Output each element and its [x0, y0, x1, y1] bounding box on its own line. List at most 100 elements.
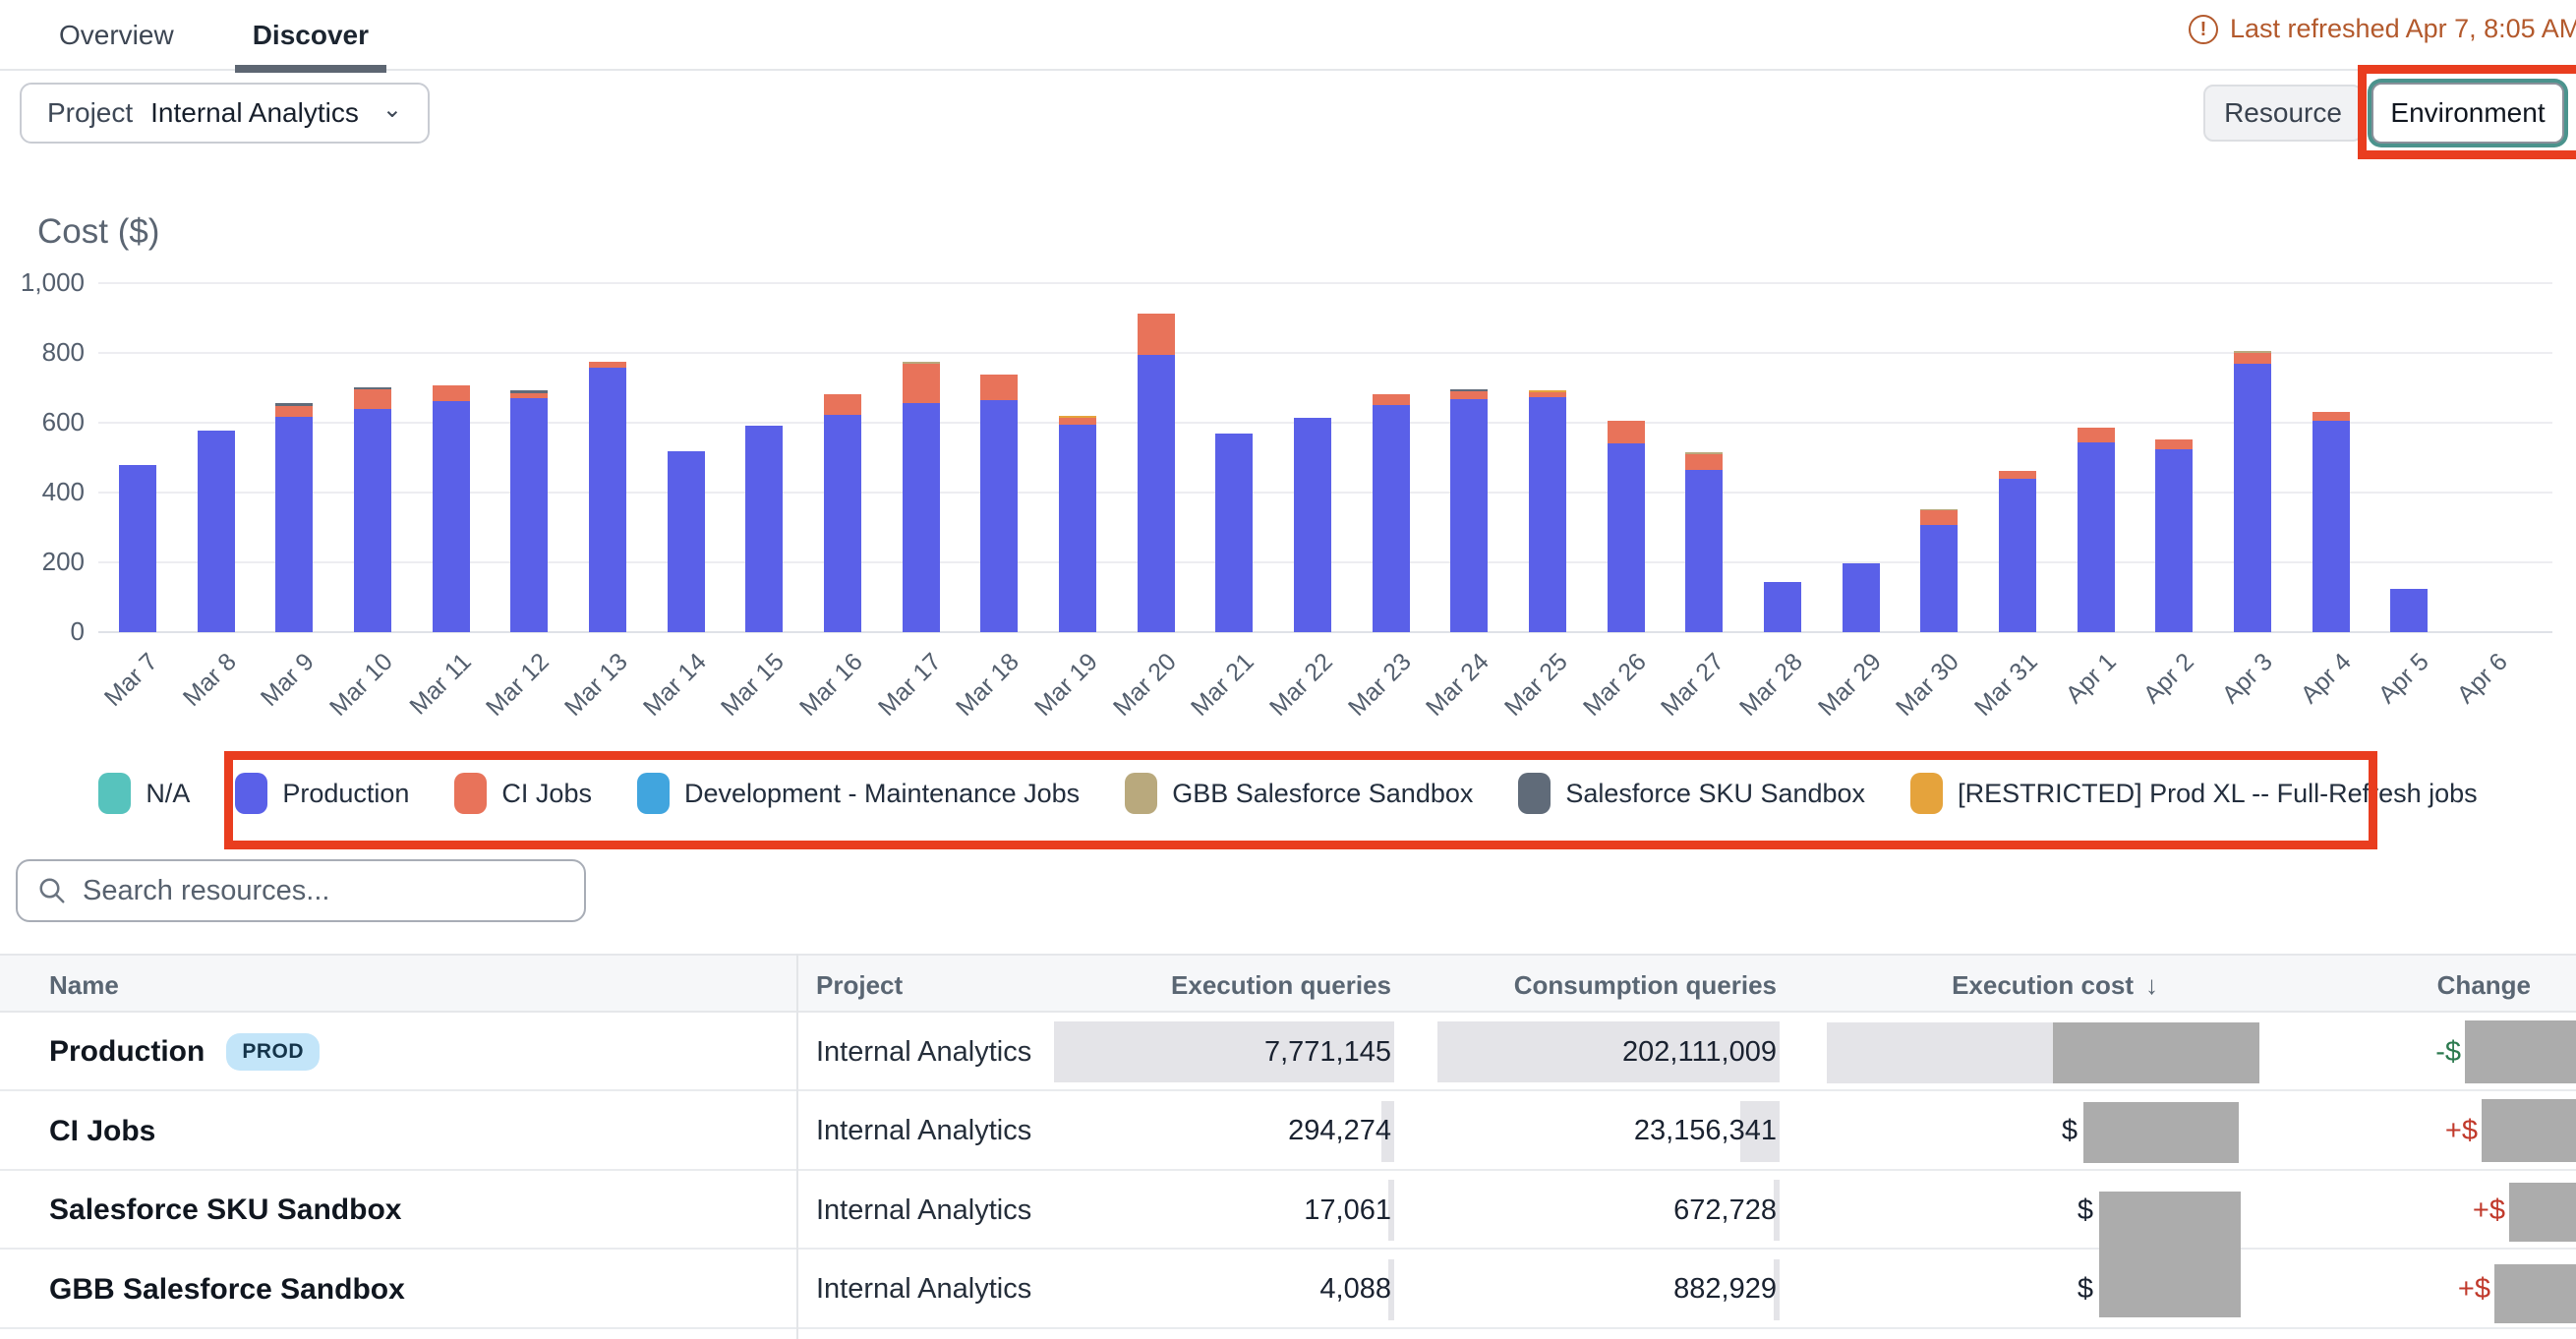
bar-segment: [433, 385, 470, 401]
x-axis-tick-label: Mar 17: [850, 648, 947, 744]
stacked-bar[interactable]: [354, 387, 391, 632]
column-header-project[interactable]: Project: [816, 956, 903, 1015]
bar-segment: [589, 368, 626, 632]
bar-slot: [882, 283, 961, 632]
column-header-consumption-queries[interactable]: Consumption queries: [1403, 956, 1777, 1015]
stacked-bar[interactable]: [1920, 509, 1958, 632]
stacked-bar[interactable]: [824, 394, 861, 632]
legend-item[interactable]: GBB Salesforce Sandbox: [1125, 773, 1473, 814]
chart-legend: N/A Production CI Jobs Development - Mai…: [0, 773, 2576, 814]
x-axis-tick-label: Mar 30: [1869, 648, 1965, 744]
stacked-bar[interactable]: [903, 362, 940, 632]
bar-segment: [433, 401, 470, 632]
stacked-bar[interactable]: [198, 431, 235, 632]
column-header-name[interactable]: Name: [49, 956, 119, 1015]
legend-label: GBB Salesforce Sandbox: [1172, 779, 1473, 809]
legend-item[interactable]: N/A: [98, 773, 190, 814]
stacked-bar[interactable]: [1294, 418, 1331, 632]
bar-segment: [903, 403, 940, 632]
legend-label: [RESTRICTED] Prod XL -- Full-Refresh job…: [1958, 779, 2478, 809]
stacked-bar[interactable]: [745, 426, 783, 632]
stacked-bar[interactable]: [2078, 428, 2115, 632]
column-divider: [796, 954, 798, 1339]
change-prefix: -$: [2435, 1013, 2461, 1091]
change-redaction-block: [2494, 1264, 2576, 1323]
stacked-bar[interactable]: [1608, 421, 1645, 632]
stacked-bar[interactable]: [2313, 412, 2350, 632]
bar-segment: [745, 426, 783, 632]
stacked-bar[interactable]: [2155, 439, 2193, 632]
bar-segment: [2313, 421, 2350, 632]
execution-queries-cell: 17,061: [998, 1171, 1391, 1250]
stacked-bar[interactable]: [1685, 452, 1723, 632]
resource-name: Salesforce SKU Sandbox: [49, 1193, 401, 1227]
column-header-execution-cost[interactable]: Execution cost ↓: [1804, 956, 2158, 1015]
bar-slot: [333, 283, 412, 632]
stacked-bar[interactable]: [1529, 390, 1566, 632]
consumption-queries-cell: 202,111,009: [1364, 1013, 1777, 1091]
stacked-bar[interactable]: [1059, 416, 1096, 632]
stacked-bar[interactable]: [433, 385, 470, 632]
bar-slot: [1195, 283, 1273, 632]
stacked-bar[interactable]: [1999, 471, 2036, 632]
bar-slot: [1822, 283, 1901, 632]
legend-item[interactable]: Production: [235, 773, 409, 814]
stacked-bar[interactable]: [589, 362, 626, 632]
chart-plot-area: [98, 283, 2527, 632]
stacked-bar[interactable]: [1764, 582, 1801, 632]
legend-item[interactable]: CI Jobs: [454, 773, 592, 814]
stacked-bar[interactable]: [510, 390, 548, 632]
legend-swatch: [1125, 773, 1157, 814]
bar-segment: [2390, 589, 2428, 632]
bar-slot: [960, 283, 1038, 632]
cost-dashboard: OverviewDiscover ! Last refreshed Apr 7,…: [0, 0, 2576, 1339]
legend-swatch: [98, 773, 131, 814]
bar-segment: [1059, 425, 1096, 632]
consumption-queries-cell: 882,929: [1364, 1251, 1777, 1329]
x-axis-tick-label: Apr 2: [2104, 648, 2200, 744]
bar-slot: [1431, 283, 1509, 632]
stacked-bar[interactable]: [1138, 314, 1175, 632]
search-icon: [37, 876, 67, 905]
bar-slot: [725, 283, 803, 632]
stacked-bar[interactable]: [119, 465, 156, 632]
bar-segment: [1450, 399, 1488, 632]
stacked-bar[interactable]: [1843, 563, 1880, 632]
search-box: [16, 859, 586, 922]
stacked-bar[interactable]: [1215, 434, 1253, 632]
column-header-execution-queries[interactable]: Execution queries: [1037, 956, 1391, 1015]
legend-item[interactable]: Development - Maintenance Jobs: [637, 773, 1080, 814]
stacked-bar[interactable]: [2234, 351, 2271, 632]
y-axis-tick-label: 0: [0, 616, 85, 647]
stacked-bar[interactable]: [1450, 389, 1488, 632]
bar-segment: [119, 465, 156, 632]
bar-segment: [198, 431, 235, 632]
bar-slot: [98, 283, 177, 632]
x-axis-tick-label: Apr 3: [2182, 648, 2278, 744]
bar-segment: [1450, 391, 1488, 399]
legend-label: Development - Maintenance Jobs: [684, 779, 1080, 809]
stacked-bar[interactable]: [980, 375, 1018, 632]
bar-segment: [980, 400, 1018, 632]
change-redaction-block: [2465, 1020, 2576, 1083]
change-redaction-block: [2509, 1183, 2576, 1242]
stacked-bar[interactable]: [2390, 589, 2428, 632]
execution-cost-prefix: $: [2078, 1171, 2093, 1250]
legend-item[interactable]: [RESTRICTED] Prod XL -- Full-Refresh job…: [1910, 773, 2478, 814]
bar-segment: [824, 415, 861, 632]
execution-queries-cell: 4,088: [998, 1251, 1391, 1329]
bar-segment: [2313, 412, 2350, 421]
stacked-bar[interactable]: [1373, 394, 1410, 632]
bar-segment: [1999, 471, 2036, 478]
column-header-change[interactable]: Change: [2236, 956, 2531, 1015]
legend-label: N/A: [146, 779, 190, 809]
legend-item[interactable]: Salesforce SKU Sandbox: [1518, 773, 1865, 814]
stacked-bar[interactable]: [275, 403, 313, 632]
x-axis-tick-label: Mar 9: [223, 648, 320, 744]
stacked-bar[interactable]: [668, 451, 705, 632]
bar-slot: [2136, 283, 2214, 632]
resource-name-cell: CI Jobs: [49, 1092, 155, 1171]
x-axis-tick-label: Mar 29: [1790, 648, 1887, 744]
search-input[interactable]: [83, 875, 564, 907]
legend-label: Production: [282, 779, 409, 809]
